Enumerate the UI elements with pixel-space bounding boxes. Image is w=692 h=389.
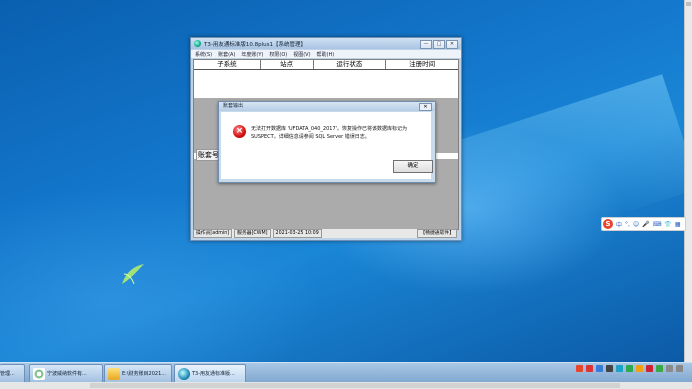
taskbar-item-t3[interactable]: T3-用友通标准版... — [174, 364, 246, 384]
maximize-button[interactable]: □ — [433, 40, 445, 49]
bottom-scrollbar[interactable] — [0, 382, 692, 389]
taskbar-item-browser[interactable]: 宁波威纳软件有... — [29, 364, 103, 384]
status-operator: 操作员[admin] — [193, 229, 233, 238]
vertical-scrollbar[interactable] — [684, 0, 692, 362]
speaker-icon[interactable] — [676, 365, 683, 372]
menu-permission[interactable]: 权限(O) — [269, 51, 287, 58]
taskbar-item-label: T3-用友通标准版... — [192, 371, 235, 377]
taskbar-item-label: 宁波威纳软件有... — [47, 371, 87, 377]
col-subsystem[interactable]: 子系统 — [194, 60, 261, 69]
account-export-dialog: 账套输出 ✕ × 无法打开数据库 'UFDATA_040_2017'。恢复操作已… — [218, 101, 436, 183]
folder-icon — [108, 367, 120, 380]
ime-toolbar[interactable]: S 中 °, ☺ 🎤 ⌨ 👕 ▦ — [601, 217, 686, 231]
menu-help[interactable]: 帮助(H) — [317, 51, 335, 58]
dialog-close-button[interactable]: ✕ — [419, 103, 432, 111]
toolbox-icon[interactable]: ▦ — [675, 221, 681, 228]
status-vendor: 【畅捷通软件】 — [417, 229, 457, 238]
network-icon[interactable] — [596, 365, 603, 372]
app-icon — [194, 40, 201, 47]
update-icon[interactable] — [636, 365, 643, 372]
windows-logo-leaf — [122, 264, 144, 285]
subsystem-table: 子系统 站点 运行状态 注册时间 — [194, 60, 458, 98]
col-site[interactable]: 站点 — [261, 60, 314, 69]
ok-button[interactable]: 确定 — [393, 160, 433, 173]
sogou-tray-icon[interactable] — [576, 365, 583, 372]
skin-icon[interactable]: 👕 — [664, 221, 671, 228]
browser-icon — [33, 367, 45, 380]
menu-year-account[interactable]: 年度账(Y) — [241, 51, 263, 58]
keyboard-icon[interactable]: ⌨ — [653, 221, 662, 228]
taskbar-item-explorer[interactable]: E:\财务账目2021... — [104, 364, 172, 384]
ime-mode[interactable]: 中 — [616, 220, 622, 229]
close-button[interactable]: ✕ — [446, 40, 458, 49]
taskbar-item-label: 管理... — [0, 371, 15, 377]
menubar: 系统(S) 账套(A) 年度账(Y) 权限(O) 视图(V) 帮助(H) — [191, 50, 461, 58]
window-titlebar[interactable]: T3-用友通标准版10.8plus1【系统管理】 — □ ✕ — [191, 38, 461, 49]
dialog-title[interactable]: 账套输出 — [219, 102, 435, 111]
cloud-icon[interactable] — [616, 365, 623, 372]
dialog-body: × 无法打开数据库 'UFDATA_040_2017'。恢复操作已将该数据库标记… — [221, 112, 433, 179]
menu-account[interactable]: 账套(A) — [218, 51, 235, 58]
status-datetime: 2021-03-25 10:09 — [272, 229, 322, 238]
col-run-status[interactable]: 运行状态 — [314, 60, 387, 69]
taskbar-item-label: E:\财务账目2021... — [122, 371, 167, 377]
flag-icon[interactable] — [666, 365, 673, 372]
col-register-time[interactable]: 注册时间 — [386, 60, 458, 69]
error-message: 无法打开数据库 'UFDATA_040_2017'。恢复操作已将该数据库标记为 … — [251, 126, 408, 140]
status-server: 服务器[CWM] — [234, 229, 271, 238]
sogou-logo-icon[interactable]: S — [603, 219, 613, 229]
chat-icon[interactable] — [646, 365, 653, 372]
check-icon[interactable] — [656, 365, 663, 372]
volume-icon[interactable] — [606, 365, 613, 372]
microphone-icon[interactable]: 🎤 — [642, 221, 649, 228]
taskbar: 管理... 宁波威纳软件有... E:\财务账目2021... T3-用友通标准… — [0, 362, 692, 384]
punctuation-icon[interactable]: °, — [625, 221, 630, 228]
minimize-button[interactable]: — — [420, 40, 432, 49]
security-icon[interactable] — [626, 365, 633, 372]
window-title: T3-用友通标准版10.8plus1【系统管理】 — [204, 41, 306, 48]
taskbar-item-management[interactable]: 管理... — [0, 364, 25, 384]
system-tray — [576, 365, 683, 372]
error-icon: × — [233, 125, 246, 138]
statusbar: 操作员[admin] 服务器[CWM] 2021-03-25 10:09 【畅捷… — [193, 229, 457, 238]
menu-view[interactable]: 视图(V) — [293, 51, 310, 58]
emoji-icon[interactable]: ☺ — [633, 221, 639, 228]
app-icon — [178, 367, 190, 380]
antivirus-icon[interactable] — [586, 365, 593, 372]
menu-system[interactable]: 系统(S) — [195, 51, 212, 58]
